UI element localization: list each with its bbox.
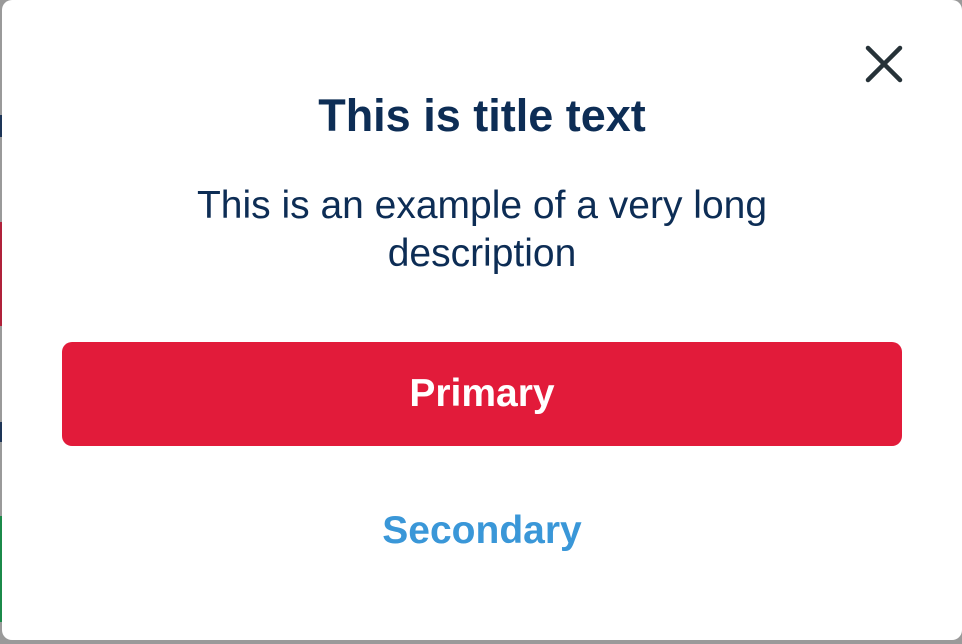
primary-button[interactable]: Primary bbox=[62, 342, 902, 446]
secondary-button[interactable]: Secondary bbox=[332, 500, 632, 562]
dialog-description: This is an example of a very long descri… bbox=[196, 184, 768, 275]
dialog: This is title text This is an example of… bbox=[2, 0, 962, 640]
dialog-title: This is title text bbox=[318, 90, 646, 141]
close-icon bbox=[865, 45, 903, 83]
close-button[interactable] bbox=[858, 38, 910, 90]
